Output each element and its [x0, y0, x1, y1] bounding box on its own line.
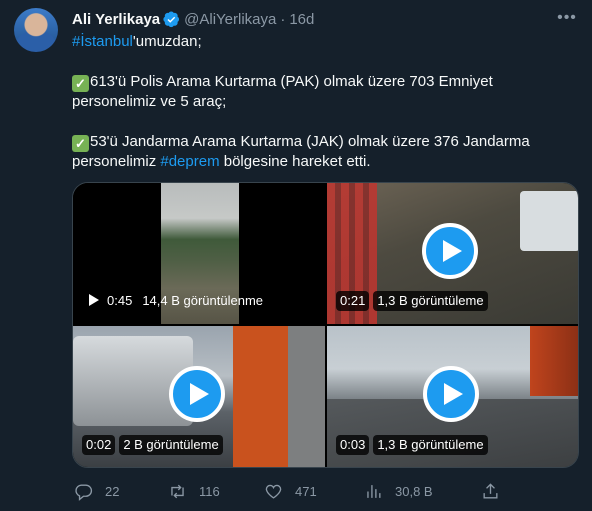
hashtag-deprem[interactable]: #deprem — [160, 153, 219, 170]
reply-count: 22 — [105, 483, 120, 499]
video-info-badge: 0:45 14,4 B görüntülenme — [89, 290, 263, 310]
share-button[interactable] — [481, 482, 500, 501]
video-duration: 0:03 — [336, 435, 370, 455]
check-mark-icon: ✓ — [72, 135, 89, 152]
video-info-badge: 0:02 2 B görüntüleme — [82, 435, 223, 455]
video-views: 2 B görüntüleme — [119, 435, 223, 455]
video-duration: 0:21 — [336, 291, 370, 311]
tweet-paragraph-2: ✓ 613'ü Polis Arama Kurtarma (PAK) olmak … — [72, 73, 493, 110]
check-mark-icon: ✓ — [72, 75, 89, 92]
like-button[interactable]: 471 — [264, 482, 317, 501]
video-views: 1,3 B görüntüleme — [373, 435, 488, 455]
separator-dot: · — [280, 10, 286, 28]
heart-icon — [265, 484, 282, 499]
analytics-icon — [367, 484, 381, 498]
retweet-icon — [171, 484, 184, 498]
video-info-badge: 0:03 1,3 B görüntüleme — [336, 435, 488, 455]
video-tile-4[interactable]: 0:03 1,3 B görüntüleme — [327, 326, 578, 467]
view-count: 30,8 B — [395, 483, 433, 499]
like-count: 471 — [295, 483, 317, 499]
views-button[interactable]: 30,8 B — [364, 482, 433, 501]
play-small-icon — [89, 294, 99, 306]
play-button-icon[interactable] — [423, 366, 479, 422]
tweet-actions: 22 116 471 30,8 B — [72, 480, 502, 502]
video-duration: 0:45 — [107, 292, 133, 308]
verified-badge-icon — [163, 10, 180, 27]
video-duration: 0:02 — [82, 435, 116, 455]
author-name[interactable]: Ali Yerlikaya — [72, 11, 160, 28]
tweet-header: Ali Yerlikaya @AliYerlikaya · 16d ••• — [72, 9, 578, 29]
video-info-badge: 0:21 1,3 B görüntüleme — [336, 291, 488, 311]
retweet-button[interactable]: 116 — [168, 482, 220, 501]
tweet-timestamp[interactable]: 16d — [289, 11, 314, 28]
media-grid: 0:45 14,4 B görüntülenme 0:21 1,3 B görü… — [72, 182, 579, 468]
hashtag-istanbul[interactable]: #İstanbul — [72, 33, 133, 50]
play-button-icon[interactable] — [169, 366, 225, 422]
tweet-line-1: #İstanbul'umuzdan; — [72, 33, 202, 50]
play-button-icon[interactable] — [422, 223, 478, 279]
video-tile-1[interactable]: 0:45 14,4 B görüntülenme — [73, 183, 325, 324]
video-views: 14,4 B görüntülenme — [142, 292, 264, 308]
avatar[interactable] — [14, 8, 58, 52]
video-tile-3[interactable]: 0:02 2 B görüntüleme — [73, 326, 325, 467]
video-views: 1,3 B görüntüleme — [373, 291, 488, 311]
retweet-count: 116 — [199, 483, 220, 499]
reply-button[interactable]: 22 — [74, 482, 119, 501]
share-icon — [483, 482, 498, 499]
more-options-icon[interactable]: ••• — [556, 7, 578, 29]
author-handle[interactable]: @AliYerlikaya — [184, 11, 276, 28]
tweet-text: #İstanbul'umuzdan; ✓ 613'ü Polis Arama Ku… — [72, 32, 572, 172]
tweet-paragraph-3: ✓ 53'ü Jandarma Arama Kurtarma (JAK) olma… — [72, 133, 530, 170]
reply-icon — [75, 483, 93, 501]
video-tile-2[interactable]: 0:21 1,3 B görüntüleme — [327, 183, 578, 324]
